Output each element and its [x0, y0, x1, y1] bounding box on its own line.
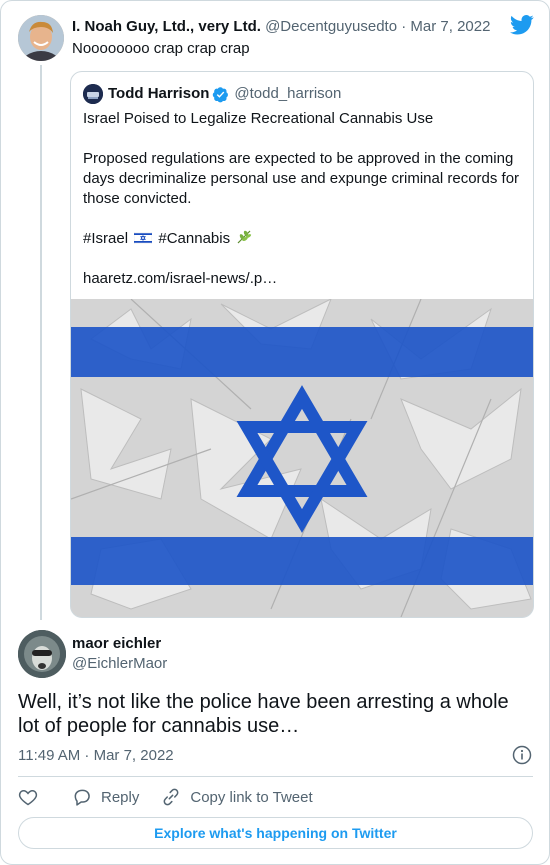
- like-button[interactable]: [18, 787, 38, 807]
- tweet-embed-card: I. Noah Guy, Ltd., very Ltd. @Decentguyu…: [0, 0, 550, 865]
- twitter-bird-icon[interactable]: [510, 15, 534, 35]
- reply-label: Reply: [101, 788, 140, 806]
- info-icon[interactable]: [512, 745, 532, 765]
- israel-flag-icon: [134, 232, 153, 244]
- copy-link-button[interactable]: Copy link to Tweet: [161, 787, 313, 807]
- quoted-article-link[interactable]: haaretz.com/israel-news/.p…: [83, 269, 525, 289]
- reply-bubble-icon: [74, 789, 90, 806]
- quoted-tweet[interactable]: Todd Harrison @todd_harrison Israel Pois…: [70, 71, 534, 618]
- verified-badge-icon: [213, 86, 229, 102]
- quoted-avatar[interactable]: [83, 84, 103, 104]
- parent-tweet-header: I. Noah Guy, Ltd., very Ltd. @Decentguyu…: [72, 17, 490, 37]
- quoted-hashtags: #Israel #Cannabis: [83, 229, 525, 249]
- reply-display-name[interactable]: maor eichler: [72, 635, 161, 653]
- tweet-actions-bar: Reply Copy link to Tweet: [18, 786, 335, 808]
- hashtag-cannabis[interactable]: #Cannabis: [158, 230, 230, 247]
- copy-link-label: Copy link to Tweet: [190, 788, 313, 806]
- parent-avatar[interactable]: [18, 15, 64, 61]
- reply-handle[interactable]: @EichlerMaor: [72, 655, 167, 673]
- parent-display-name[interactable]: I. Noah Guy, Ltd., very Ltd.: [72, 18, 261, 35]
- quoted-handle[interactable]: @todd_harrison: [234, 85, 341, 103]
- reply-tweet-text: Well, it’s not like the police have been…: [18, 691, 509, 737]
- reply-timestamp-link[interactable]: 11:49 AM · Mar 7, 2022: [18, 747, 174, 765]
- thread-connector-line: [40, 65, 42, 620]
- hashtag-israel[interactable]: #Israel: [83, 230, 128, 247]
- quoted-paragraph: Proposed regulations are expected to be …: [83, 150, 520, 207]
- quoted-display-name[interactable]: Todd Harrison: [108, 85, 209, 103]
- parent-handle[interactable]: @Decentguyusedto: [265, 18, 397, 35]
- quoted-tweet-header: Todd Harrison @todd_harrison: [108, 85, 341, 103]
- heart-icon: [18, 789, 38, 806]
- parent-date-link[interactable]: Mar 7, 2022: [410, 18, 490, 35]
- reply-avatar[interactable]: [18, 630, 66, 678]
- quoted-tweet-body: Israel Poised to Legalize Recreational C…: [83, 109, 525, 289]
- flag-cannabis-photo[interactable]: [71, 299, 533, 617]
- actions-divider: [18, 776, 533, 777]
- link-icon: [163, 788, 179, 806]
- quoted-title-line: Israel Poised to Legalize Recreational C…: [83, 110, 434, 127]
- herb-leaf-icon: [237, 230, 252, 244]
- reply-button[interactable]: Reply: [72, 787, 139, 807]
- explore-twitter-button[interactable]: Explore what's happening on Twitter: [18, 817, 533, 849]
- header-separator: ·: [401, 18, 407, 35]
- parent-tweet-text: Noooooooo crap crap crap: [72, 40, 250, 57]
